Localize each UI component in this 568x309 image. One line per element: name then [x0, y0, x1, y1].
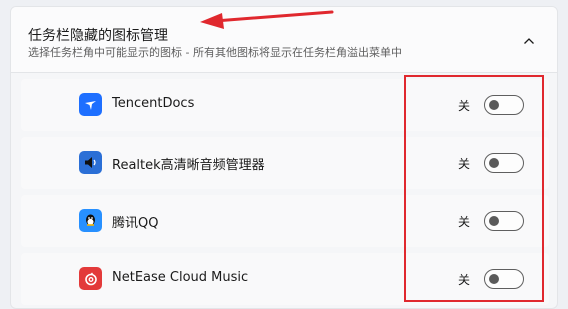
taskbar-hidden-icons-panel: 任务栏隐藏的图标管理 选择任务栏角中可能显示的图标 - 所有其他图标将显示在任务… — [10, 6, 558, 309]
toggle-switch[interactable] — [484, 269, 524, 289]
app-name: TencentDocs — [112, 96, 195, 111]
toggle-knob — [489, 216, 499, 226]
app-name: Realtek高清晰音频管理器 — [112, 158, 265, 173]
tencent-docs-icon — [79, 93, 102, 116]
toggle-switch[interactable] — [484, 153, 524, 173]
toggle-state-label: 关 — [458, 273, 471, 287]
toggle-state-label: 关 — [458, 215, 471, 229]
section-subtitle: 选择任务栏角中可能显示的图标 - 所有其他图标将显示在任务栏角溢出菜单中 — [28, 46, 402, 59]
toggle-state-label: 关 — [458, 99, 471, 113]
toggle-switch[interactable] — [484, 211, 524, 231]
list-item-netease-music: NetEase Cloud Music 关 — [21, 253, 549, 305]
section-header[interactable]: 任务栏隐藏的图标管理 选择任务栏角中可能显示的图标 - 所有其他图标将显示在任务… — [11, 7, 557, 73]
toggle-knob — [489, 158, 499, 168]
list-item-qq: 腾讯QQ 关 — [21, 195, 549, 247]
speaker-icon — [79, 151, 102, 174]
qq-penguin-icon — [79, 209, 102, 232]
app-name: NetEase Cloud Music — [112, 270, 249, 285]
toggle-state-label: 关 — [458, 157, 471, 171]
chevron-up-icon[interactable] — [521, 33, 537, 49]
toggle-knob — [489, 100, 499, 110]
app-name: 腾讯QQ — [112, 216, 159, 231]
netease-music-icon — [79, 267, 102, 290]
list-item-realtek: Realtek高清晰音频管理器 关 — [21, 137, 549, 189]
toggle-knob — [489, 274, 499, 284]
list-item-tencentdocs: TencentDocs 关 — [21, 79, 549, 131]
section-title: 任务栏隐藏的图标管理 — [28, 28, 168, 44]
toggle-switch[interactable] — [484, 95, 524, 115]
